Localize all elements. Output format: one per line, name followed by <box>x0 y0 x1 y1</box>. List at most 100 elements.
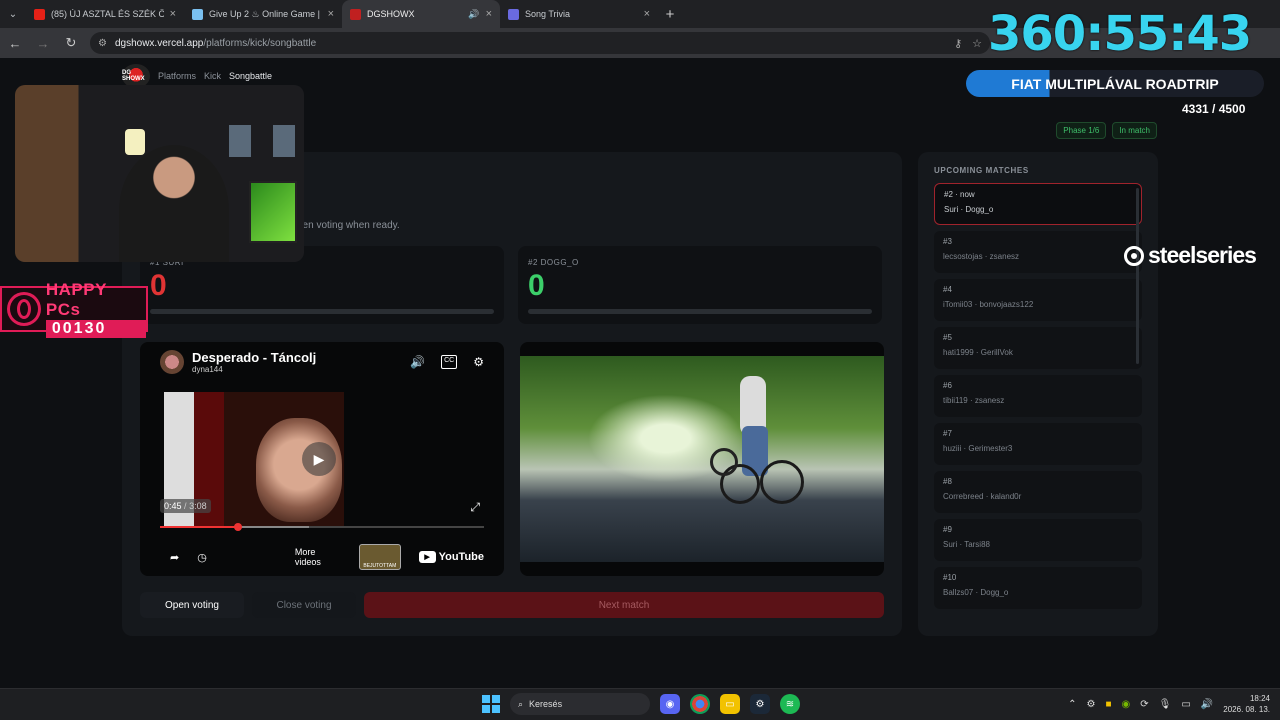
second-video-player[interactable] <box>520 342 884 576</box>
match-number: #9 <box>943 525 952 534</box>
tray-chevron-icon[interactable]: ⌃ <box>1068 699 1076 710</box>
speaker-icon[interactable]: 🔊 <box>468 9 479 20</box>
match-number: #5 <box>943 333 952 342</box>
discord-icon[interactable]: ◉ <box>660 694 680 714</box>
match-teams: Suri · Dogg_o <box>944 205 994 214</box>
spotify-icon[interactable]: ≋ <box>780 694 800 714</box>
volume-icon[interactable]: 🔊 <box>410 355 425 369</box>
yt-bottom-bar: ➦ ◷ More videos BEJUTOTTAM ▶ YouTube <box>170 544 484 570</box>
sync-tray-icon[interactable]: ⟳ <box>1140 699 1148 710</box>
settings-gear-icon[interactable]: ⚙ <box>473 355 484 369</box>
match-item[interactable]: #9 Suri · Tarsi88 <box>934 519 1142 561</box>
address-bar[interactable]: ⚙ dgshowx.vercel.app/platforms/kick/song… <box>90 32 990 54</box>
match-item[interactable]: #6 tibii119 · zsanesz <box>934 375 1142 417</box>
chrome-icon[interactable] <box>690 694 710 714</box>
file-explorer-icon[interactable]: ▭ <box>720 694 740 714</box>
back-icon[interactable]: ← <box>6 36 24 51</box>
watch-later-icon[interactable]: ◷ <box>197 551 207 564</box>
url-path: /platforms/kick/songbattle <box>203 37 317 49</box>
more-videos-label[interactable]: More videos <box>295 547 341 567</box>
system-tray: ⌃ ⚙ ■ ◉ ⟳ 🎙 ▭ 🔊 18:24 2026. 08. 13. <box>1068 693 1270 715</box>
mic-icon[interactable]: 🎙 <box>1159 699 1172 710</box>
clock-date: 2026. 08. 13. <box>1223 705 1270 714</box>
steam-tray-icon[interactable]: ⚙ <box>1087 699 1096 710</box>
nvidia-tray-icon[interactable]: ◉ <box>1122 699 1131 710</box>
match-number: #2 · now <box>944 190 975 199</box>
match-item[interactable]: #8 Correbreed · kaland0r <box>934 471 1142 513</box>
tab-song-trivia[interactable]: Song Trivia × <box>500 0 658 28</box>
match-teams: Suri · Tarsi88 <box>943 540 990 549</box>
tab-close-icon[interactable]: × <box>170 8 176 20</box>
progress-bar[interactable] <box>160 523 484 531</box>
score-card-right: #2 DOGG_O 0 <box>518 246 882 324</box>
bookmark-star-icon[interactable]: ☆ <box>972 37 982 50</box>
match-number: #10 <box>943 573 957 582</box>
subathon-timer: 360:55:43 <box>988 6 1252 62</box>
match-teams: tibii119 · zsanesz <box>943 396 1005 405</box>
captions-icon[interactable]: CC <box>441 355 458 369</box>
steam-icon[interactable]: ⚙ <box>750 694 770 714</box>
upcoming-title: UPCOMING MATCHES <box>934 166 1029 175</box>
more-videos-thumbnail[interactable]: BEJUTOTTAM <box>359 544 401 570</box>
scrollbar[interactable] <box>1136 188 1139 364</box>
new-tab-icon[interactable]: + <box>658 0 682 28</box>
reload-icon[interactable]: ↻ <box>62 35 80 51</box>
video-title[interactable]: Desperado - Táncolj <box>192 350 316 365</box>
match-number: #8 <box>943 477 952 486</box>
volume-tray-icon[interactable]: 🔊 <box>1201 699 1213 710</box>
network-icon[interactable]: ▭ <box>1181 699 1190 710</box>
tab-close-icon[interactable]: × <box>644 8 650 20</box>
youtube-player[interactable]: Desperado - Táncolj dyna144 🔊 CC ⚙ ▶ 0:4… <box>140 342 504 576</box>
time-total: 3:08 <box>189 501 207 511</box>
windows-start-icon[interactable] <box>482 695 500 713</box>
tab-search-icon[interactable]: ⌄ <box>0 0 26 28</box>
match-item[interactable]: #10 Ballzs07 · Dogg_o <box>934 567 1142 609</box>
next-match-button[interactable]: Next match <box>364 592 884 618</box>
wall-poster <box>273 125 295 157</box>
play-icon[interactable]: ▶ <box>302 442 336 476</box>
tab-close-icon[interactable]: × <box>486 8 492 20</box>
clock-time: 18:24 <box>1249 694 1270 703</box>
webcam-overlay <box>15 85 304 262</box>
match-teams: hati1999 · GerillVok <box>943 348 1013 357</box>
voting-controls: Open voting Close voting Next match <box>140 592 884 618</box>
bike-rider <box>720 376 804 506</box>
tab-title: DGSHOWX <box>367 9 415 19</box>
match-list: #2 · now Suri · Dogg_o #3 lecsostojas · zs… <box>934 183 1142 609</box>
forward-icon[interactable]: → <box>34 36 52 51</box>
tab-youtube[interactable]: (85) ÚJ ASZTAL ÉS SZÉK ÖSSZEÁ × <box>26 0 184 28</box>
channel-name[interactable]: dyna144 <box>192 365 316 374</box>
youtube-logo[interactable]: ▶ YouTube <box>418 551 484 563</box>
match-item[interactable]: #7 huziii · Gerimester3 <box>934 423 1142 465</box>
match-item[interactable]: #3 lecsostojas · zsanesz <box>934 231 1142 273</box>
match-item-current[interactable]: #2 · now Suri · Dogg_o <box>934 183 1142 225</box>
match-number: #6 <box>943 381 952 390</box>
key-icon[interactable]: ⚷ <box>954 37 962 50</box>
tab-dgshowx[interactable]: DGSHOWX 🔊 × <box>342 0 500 28</box>
channel-avatar[interactable] <box>160 350 184 374</box>
nav-songbattle-link[interactable]: Songbattle <box>229 71 272 81</box>
trivia-favicon-icon <box>508 8 519 20</box>
tab-giveup[interactable]: Give Up 2 ♨ Online Game | Gam × <box>184 0 342 28</box>
tab-close-icon[interactable]: × <box>328 8 334 20</box>
match-teams: Correbreed · kaland0r <box>943 492 1022 501</box>
folder-tray-icon[interactable]: ■ <box>1106 699 1112 710</box>
share-icon[interactable]: ➦ <box>170 551 179 564</box>
close-voting-button[interactable]: Close voting <box>252 592 356 618</box>
taskbar-search[interactable]: ⌕ Keresés <box>510 693 650 715</box>
nav-platforms-link[interactable]: Platforms <box>158 71 196 81</box>
match-teams: huziii · Gerimester3 <box>943 444 1013 453</box>
clock[interactable]: 18:24 2026. 08. 13. <box>1223 693 1270 715</box>
match-item[interactable]: #4 iTomii03 · bonvojaazs122 <box>934 279 1142 321</box>
green-monitor <box>249 181 297 243</box>
progress-knob[interactable] <box>233 523 242 531</box>
bike-video-frame[interactable] <box>520 356 884 562</box>
fullscreen-icon[interactable]: ⤢ <box>470 500 480 515</box>
contestant-score: 0 <box>528 269 545 302</box>
match-item[interactable]: #5 hati1999 · GerillVok <box>934 327 1142 369</box>
contestant-label: #2 DOGG_O <box>528 258 579 267</box>
open-voting-button[interactable]: Open voting <box>140 592 244 618</box>
nav-kick-link[interactable]: Kick <box>204 71 221 81</box>
status-badges: Phase 1/6 In match <box>1056 122 1157 139</box>
site-info-icon[interactable]: ⚙ <box>98 38 107 49</box>
